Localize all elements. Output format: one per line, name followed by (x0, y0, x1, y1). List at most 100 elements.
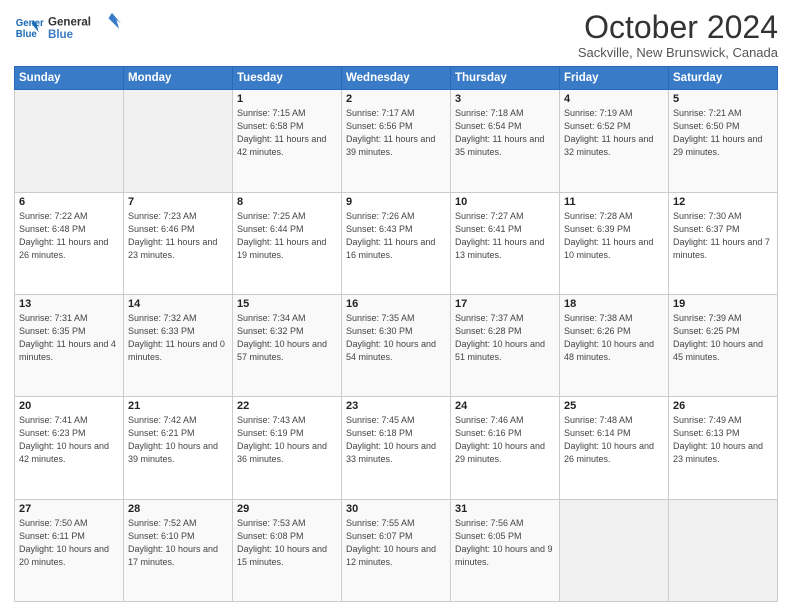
weekday-header-thursday: Thursday (451, 67, 560, 90)
day-info: Sunrise: 7:50 AM Sunset: 6:11 PM Dayligh… (19, 517, 119, 569)
day-number: 17 (455, 298, 555, 310)
day-number: 26 (673, 400, 773, 412)
calendar-cell: 29 Sunrise: 7:53 AM Sunset: 6:08 PM Dayli… (233, 499, 342, 601)
day-number: 22 (237, 400, 337, 412)
day-info: Sunrise: 7:15 AM Sunset: 6:58 PM Dayligh… (237, 107, 337, 159)
weekday-header-saturday: Saturday (669, 67, 778, 90)
calendar-cell: 10 Sunrise: 7:27 AM Sunset: 6:41 PM Dayli… (451, 192, 560, 294)
calendar-cell: 8 Sunrise: 7:25 AM Sunset: 6:44 PM Daylig… (233, 192, 342, 294)
calendar-cell: 31 Sunrise: 7:56 AM Sunset: 6:05 PM Dayli… (451, 499, 560, 601)
calendar-week-0: 1 Sunrise: 7:15 AM Sunset: 6:58 PM Daylig… (15, 90, 778, 192)
calendar-cell (560, 499, 669, 601)
day-number: 30 (346, 503, 446, 515)
weekday-header-friday: Friday (560, 67, 669, 90)
weekday-header-tuesday: Tuesday (233, 67, 342, 90)
day-number: 21 (128, 400, 228, 412)
weekday-header-sunday: Sunday (15, 67, 124, 90)
day-info: Sunrise: 7:18 AM Sunset: 6:54 PM Dayligh… (455, 107, 555, 159)
day-info: Sunrise: 7:26 AM Sunset: 6:43 PM Dayligh… (346, 210, 446, 262)
day-info: Sunrise: 7:46 AM Sunset: 6:16 PM Dayligh… (455, 414, 555, 466)
day-number: 4 (564, 93, 664, 105)
day-info: Sunrise: 7:56 AM Sunset: 6:05 PM Dayligh… (455, 517, 555, 569)
day-info: Sunrise: 7:25 AM Sunset: 6:44 PM Dayligh… (237, 210, 337, 262)
day-info: Sunrise: 7:17 AM Sunset: 6:56 PM Dayligh… (346, 107, 446, 159)
day-info: Sunrise: 7:53 AM Sunset: 6:08 PM Dayligh… (237, 517, 337, 569)
day-info: Sunrise: 7:35 AM Sunset: 6:30 PM Dayligh… (346, 312, 446, 364)
day-info: Sunrise: 7:42 AM Sunset: 6:21 PM Dayligh… (128, 414, 228, 466)
day-info: Sunrise: 7:32 AM Sunset: 6:33 PM Dayligh… (128, 312, 228, 364)
day-number: 7 (128, 196, 228, 208)
calendar-cell: 2 Sunrise: 7:17 AM Sunset: 6:56 PM Daylig… (342, 90, 451, 192)
day-number: 18 (564, 298, 664, 310)
day-info: Sunrise: 7:31 AM Sunset: 6:35 PM Dayligh… (19, 312, 119, 364)
day-info: Sunrise: 7:52 AM Sunset: 6:10 PM Dayligh… (128, 517, 228, 569)
svg-text:Blue: Blue (48, 29, 74, 41)
day-number: 23 (346, 400, 446, 412)
calendar-cell: 6 Sunrise: 7:22 AM Sunset: 6:48 PM Daylig… (15, 192, 124, 294)
calendar-cell (15, 90, 124, 192)
weekday-header-wednesday: Wednesday (342, 67, 451, 90)
day-number: 13 (19, 298, 119, 310)
location-subtitle: Sackville, New Brunswick, Canada (578, 45, 778, 60)
day-info: Sunrise: 7:43 AM Sunset: 6:19 PM Dayligh… (237, 414, 337, 466)
calendar-cell: 15 Sunrise: 7:34 AM Sunset: 6:32 PM Dayli… (233, 294, 342, 396)
day-number: 10 (455, 196, 555, 208)
day-number: 1 (237, 93, 337, 105)
calendar-body: 1 Sunrise: 7:15 AM Sunset: 6:58 PM Daylig… (15, 90, 778, 602)
calendar-cell: 28Sunrise: 7:52 AM Sunset: 6:10 PM Dayli… (124, 499, 233, 601)
day-number: 27 (19, 503, 119, 515)
day-number: 15 (237, 298, 337, 310)
page: General Blue General Blue October 2024 S… (0, 0, 792, 612)
calendar-cell: 26Sunrise: 7:49 AM Sunset: 6:13 PM Dayli… (669, 397, 778, 499)
day-info: Sunrise: 7:45 AM Sunset: 6:18 PM Dayligh… (346, 414, 446, 466)
logo: General Blue General Blue (14, 10, 128, 46)
calendar-cell (124, 90, 233, 192)
day-info: Sunrise: 7:48 AM Sunset: 6:14 PM Dayligh… (564, 414, 664, 466)
day-info: Sunrise: 7:55 AM Sunset: 6:07 PM Dayligh… (346, 517, 446, 569)
month-title: October 2024 (578, 10, 778, 45)
day-info: Sunrise: 7:41 AM Sunset: 6:23 PM Dayligh… (19, 414, 119, 466)
day-info: Sunrise: 7:38 AM Sunset: 6:26 PM Dayligh… (564, 312, 664, 364)
calendar-cell: 12Sunrise: 7:30 AM Sunset: 6:37 PM Dayli… (669, 192, 778, 294)
calendar-cell: 13 Sunrise: 7:31 AM Sunset: 6:35 PM Dayli… (15, 294, 124, 396)
calendar-cell: 16 Sunrise: 7:35 AM Sunset: 6:30 PM Dayli… (342, 294, 451, 396)
weekday-row: SundayMondayTuesdayWednesdayThursdayFrid… (15, 67, 778, 90)
day-number: 8 (237, 196, 337, 208)
calendar-week-1: 6 Sunrise: 7:22 AM Sunset: 6:48 PM Daylig… (15, 192, 778, 294)
day-number: 20 (19, 400, 119, 412)
day-number: 6 (19, 196, 119, 208)
day-number: 2 (346, 93, 446, 105)
day-number: 14 (128, 298, 228, 310)
calendar-cell (669, 499, 778, 601)
day-number: 24 (455, 400, 555, 412)
header: General Blue General Blue October 2024 S… (14, 10, 778, 60)
calendar-cell: 18 Sunrise: 7:38 AM Sunset: 6:26 PM Dayli… (560, 294, 669, 396)
calendar-cell: 22 Sunrise: 7:43 AM Sunset: 6:19 PM Dayli… (233, 397, 342, 499)
day-number: 25 (564, 400, 664, 412)
day-number: 29 (237, 503, 337, 515)
calendar-week-4: 27 Sunrise: 7:50 AM Sunset: 6:11 PM Dayli… (15, 499, 778, 601)
day-number: 16 (346, 298, 446, 310)
calendar-cell: 9Sunrise: 7:26 AM Sunset: 6:43 PM Daylig… (342, 192, 451, 294)
day-number: 31 (455, 503, 555, 515)
calendar-cell: 3Sunrise: 7:18 AM Sunset: 6:54 PM Daylig… (451, 90, 560, 192)
day-info: Sunrise: 7:37 AM Sunset: 6:28 PM Dayligh… (455, 312, 555, 364)
calendar-cell: 24 Sunrise: 7:46 AM Sunset: 6:16 PM Dayli… (451, 397, 560, 499)
calendar-table: SundayMondayTuesdayWednesdayThursdayFrid… (14, 66, 778, 602)
day-number: 11 (564, 196, 664, 208)
calendar-cell: 20 Sunrise: 7:41 AM Sunset: 6:23 PM Dayli… (15, 397, 124, 499)
day-info: Sunrise: 7:27 AM Sunset: 6:41 PM Dayligh… (455, 210, 555, 262)
day-info: Sunrise: 7:22 AM Sunset: 6:48 PM Dayligh… (19, 210, 119, 262)
logo-svg: General Blue (48, 10, 128, 46)
calendar-header: SundayMondayTuesdayWednesdayThursdayFrid… (15, 67, 778, 90)
calendar-cell: 23 Sunrise: 7:45 AM Sunset: 6:18 PM Dayli… (342, 397, 451, 499)
calendar-cell: 5Sunrise: 7:21 AM Sunset: 6:50 PM Daylig… (669, 90, 778, 192)
calendar-cell: 14 Sunrise: 7:32 AM Sunset: 6:33 PM Dayli… (124, 294, 233, 396)
title-block: October 2024 Sackville, New Brunswick, C… (578, 10, 778, 60)
day-info: Sunrise: 7:34 AM Sunset: 6:32 PM Dayligh… (237, 312, 337, 364)
calendar-cell: 27 Sunrise: 7:50 AM Sunset: 6:11 PM Dayli… (15, 499, 124, 601)
calendar-cell: 11Sunrise: 7:28 AM Sunset: 6:39 PM Dayli… (560, 192, 669, 294)
day-info: Sunrise: 7:30 AM Sunset: 6:37 PM Dayligh… (673, 210, 773, 262)
calendar-week-2: 13 Sunrise: 7:31 AM Sunset: 6:35 PM Dayli… (15, 294, 778, 396)
calendar-cell: 4Sunrise: 7:19 AM Sunset: 6:52 PM Daylig… (560, 90, 669, 192)
